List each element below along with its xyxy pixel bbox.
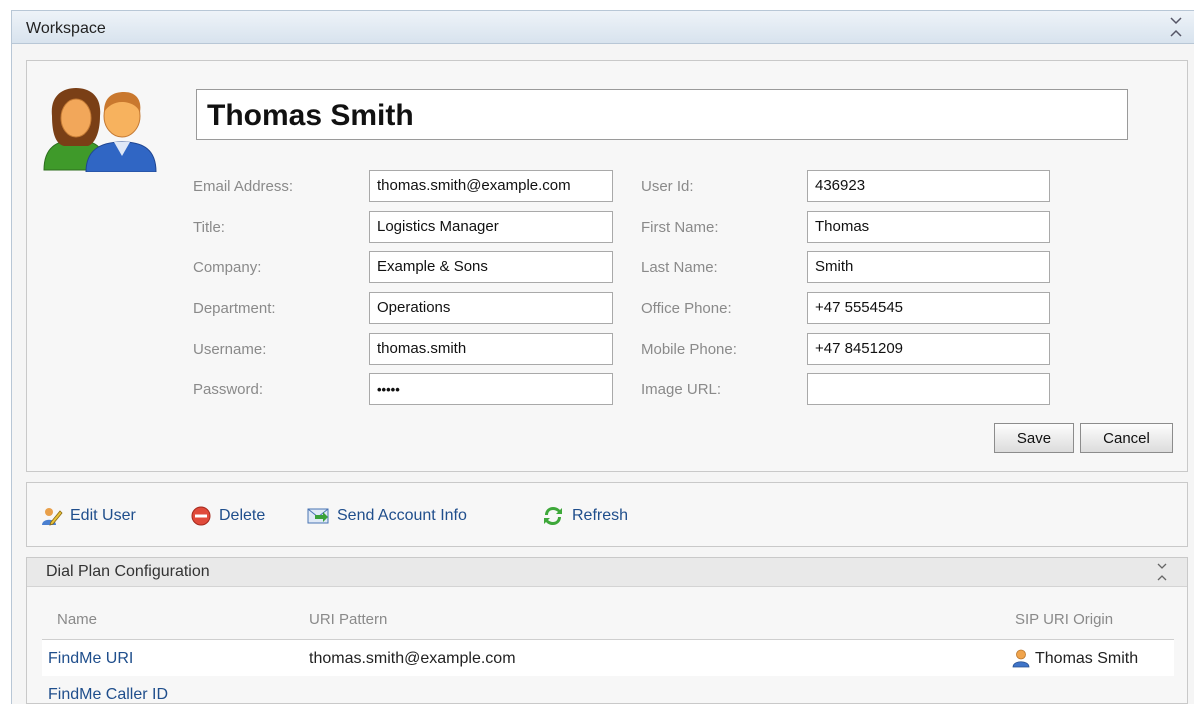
delete-icon (191, 506, 211, 526)
image-url-field[interactable] (807, 373, 1050, 405)
dial-plan-collapse-icon[interactable] (1155, 560, 1169, 584)
column-header-name[interactable]: Name (57, 611, 97, 628)
refresh-icon (544, 507, 562, 525)
user-avatar-icon (43, 88, 157, 172)
display-name-field[interactable]: Thomas Smith (196, 89, 1128, 140)
last-name-field[interactable]: Smith (807, 251, 1050, 283)
company-field[interactable]: Example & Sons (369, 251, 613, 283)
email-label: Email Address: (193, 178, 294, 195)
user-id-label: User Id: (641, 178, 694, 195)
delete-label: Delete (219, 507, 266, 524)
last-name-label: Last Name: (641, 259, 718, 276)
collapse-icon[interactable] (1168, 14, 1184, 40)
office-phone-label: Office Phone: (641, 300, 732, 317)
save-button[interactable]: Save (994, 423, 1074, 453)
user-icon (1012, 649, 1030, 668)
row-name-link[interactable]: FindMe URI (48, 650, 133, 668)
username-field[interactable]: thomas.smith (369, 333, 613, 365)
title-field[interactable]: Logistics Manager (369, 211, 613, 243)
edit-user-icon (42, 508, 63, 526)
row-name-link[interactable]: FindMe Caller ID (48, 686, 168, 704)
department-field[interactable]: Operations (369, 292, 613, 324)
send-mail-icon (307, 508, 329, 524)
delete-action[interactable]: Delete (190, 504, 265, 528)
refresh-action[interactable]: Refresh (541, 504, 628, 528)
column-header-sip-uri-origin[interactable]: SIP URI Origin (1015, 611, 1113, 628)
edit-user-action[interactable]: Edit User (41, 504, 136, 528)
first-name-label: First Name: (641, 219, 719, 236)
edit-user-label: Edit User (70, 507, 136, 524)
title-label: Title: (193, 219, 225, 236)
refresh-label: Refresh (572, 507, 629, 524)
row-sip-uri-origin: Thomas Smith (1035, 650, 1139, 667)
table-row[interactable] (42, 640, 1174, 676)
send-account-info-action[interactable]: Send Account Info (306, 504, 467, 528)
first-name-field[interactable]: Thomas (807, 211, 1050, 243)
user-id-field[interactable]: 436923 (807, 170, 1050, 202)
password-label: Password: (193, 381, 264, 398)
company-label: Company: (193, 259, 262, 276)
dial-plan-title: Dial Plan Configuration (46, 563, 210, 580)
mobile-phone-label: Mobile Phone: (641, 341, 737, 358)
username-label: Username: (193, 341, 267, 358)
password-field[interactable]: ••••• (369, 373, 613, 405)
office-phone-field[interactable]: +47 5554545 (807, 292, 1050, 324)
email-field[interactable]: thomas.smith@example.com (369, 170, 613, 202)
cancel-button[interactable]: Cancel (1080, 423, 1173, 453)
workspace-title: Workspace (26, 20, 106, 37)
image-url-label: Image URL: (641, 381, 722, 398)
department-label: Department: (193, 300, 276, 317)
column-header-uri-pattern[interactable]: URI Pattern (309, 611, 387, 628)
mobile-phone-field[interactable]: +47 8451209 (807, 333, 1050, 365)
send-account-info-label: Send Account Info (337, 507, 467, 524)
row-uri-pattern: thomas.smith@example.com (309, 650, 516, 667)
workspace-header: Workspace (11, 10, 1194, 44)
